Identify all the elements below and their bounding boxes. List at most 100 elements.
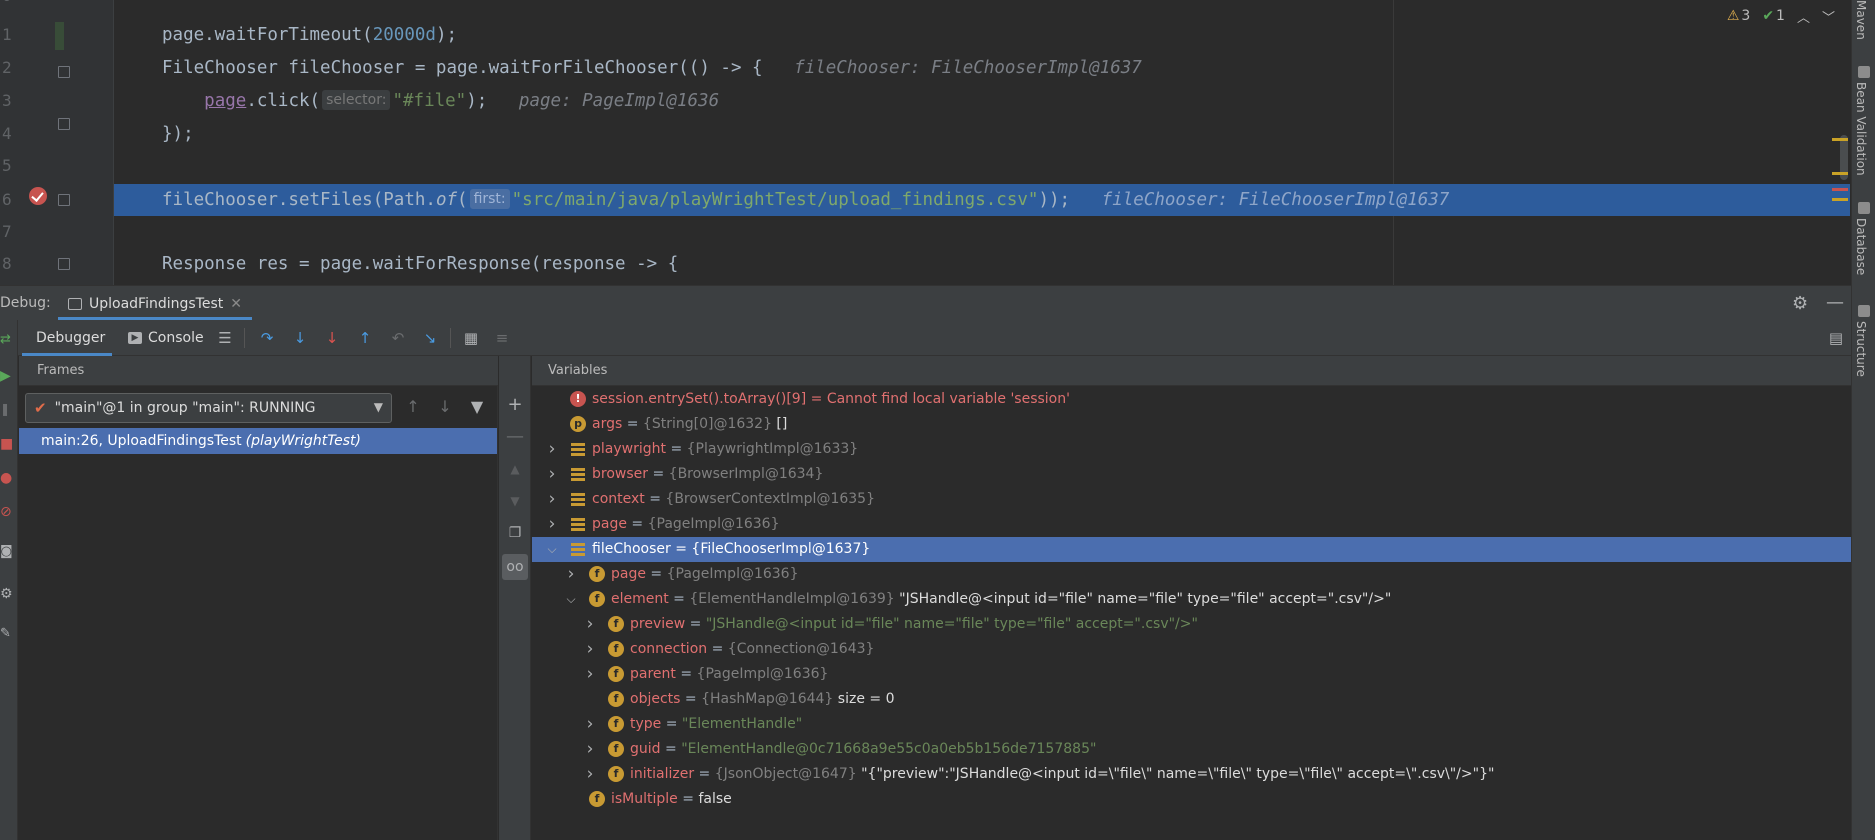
tab-console[interactable]: ▶ Console xyxy=(128,320,204,356)
move-up-icon[interactable]: ▲ xyxy=(506,460,524,478)
step-into-icon[interactable]: ↓ xyxy=(290,328,310,348)
chevron-up-icon[interactable]: ︿ xyxy=(1797,7,1810,26)
chevron-right-icon[interactable]: › xyxy=(546,437,558,462)
variable-row[interactable]: › f initializer = {JsonObject@1647} "{"pre… xyxy=(532,762,1851,787)
chevron-right-icon[interactable]: › xyxy=(584,712,596,737)
line-number[interactable]: 5 xyxy=(2,150,16,182)
gear-icon[interactable]: ⚙ xyxy=(1792,293,1808,314)
step-over-icon[interactable]: ↷ xyxy=(257,328,277,348)
code-line[interactable]: 1 page.waitForTimeout(20000d); xyxy=(0,19,1850,51)
code-line[interactable]: 7 xyxy=(0,216,1850,248)
check-icon[interactable]: ✔ xyxy=(1762,8,1774,24)
breakpoint-icon[interactable] xyxy=(29,187,47,205)
pause-icon[interactable]: ❚ xyxy=(0,402,14,416)
remove-watch-icon[interactable]: — xyxy=(506,428,524,446)
minimize-icon[interactable]: — xyxy=(1826,292,1844,313)
step-out-icon[interactable]: ↑ xyxy=(355,328,375,348)
code-text[interactable]: }); xyxy=(162,118,194,150)
force-step-into-icon[interactable]: ↓ xyxy=(322,328,342,348)
layout-menu-icon[interactable]: ☰ xyxy=(215,328,235,348)
code-line[interactable]: 0 xyxy=(0,0,1850,12)
tool-tab-structure[interactable]: Structure xyxy=(1854,321,1868,377)
line-number[interactable]: 0 xyxy=(2,0,16,12)
stripe-breakpoint-mark[interactable] xyxy=(1832,188,1848,191)
line-number[interactable]: 8 xyxy=(2,248,16,280)
variable-row[interactable]: › context = {BrowserContextImpl@1635} xyxy=(532,487,1851,512)
tool-tab-maven[interactable]: Maven xyxy=(1854,0,1868,40)
variable-row[interactable]: › browser = {BrowserImpl@1634} xyxy=(532,462,1851,487)
code-line[interactable]: 3 page.click(selector: "#file"); page: Pa… xyxy=(0,85,1850,117)
chevron-right-icon[interactable]: › xyxy=(584,737,596,762)
chevron-down-icon[interactable]: ﹀ xyxy=(1822,7,1835,26)
trace-icon[interactable]: ≡ xyxy=(492,328,512,348)
chevron-right-icon[interactable]: › xyxy=(546,487,558,512)
code-text[interactable]: Response res = page.waitForResponse(resp… xyxy=(162,248,678,280)
line-number[interactable]: 6 xyxy=(2,184,16,216)
stripe-warning-mark[interactable] xyxy=(1832,198,1848,201)
variable-row[interactable]: p args = {String[0]@1632} [] xyxy=(532,412,1851,437)
fold-marker-icon[interactable] xyxy=(58,194,70,206)
variable-row[interactable]: ! session.entrySet().toArray()[9] = Canno… xyxy=(532,387,1851,412)
pin-icon[interactable]: ✎ xyxy=(0,626,14,641)
chevron-down-icon[interactable]: ⌵ xyxy=(565,587,577,612)
fold-marker-icon[interactable] xyxy=(58,258,70,270)
move-down-icon[interactable]: ▼ xyxy=(506,492,524,510)
variable-row[interactable]: › f page = {PageImpl@1636} xyxy=(532,562,1851,587)
code-line[interactable]: 4}); xyxy=(0,118,1850,150)
resume-icon[interactable]: ▶ xyxy=(0,368,14,384)
glasses-icon[interactable]: oo xyxy=(502,554,528,580)
filter-icon[interactable]: ▼ xyxy=(466,396,488,418)
chevron-right-icon[interactable]: › xyxy=(565,562,577,587)
add-watch-icon[interactable]: + xyxy=(506,396,524,414)
code-editor[interactable]: 0 1 page.waitForTimeout(20000d); 2 FileChoos… xyxy=(0,0,1875,285)
code-line-current[interactable]: 6 fileChooser.setFiles(Path.of(first: "src… xyxy=(2,184,1850,216)
drop-frame-icon[interactable]: ↶ xyxy=(388,328,408,348)
debug-session-tab[interactable]: UploadFindingsTest ✕ xyxy=(58,286,252,321)
restore-layout-icon[interactable]: ▤ xyxy=(1826,328,1846,348)
line-number[interactable]: 2 xyxy=(2,52,16,84)
chevron-right-icon[interactable]: › xyxy=(584,612,596,637)
chevron-right-icon[interactable]: › xyxy=(584,662,596,687)
stop-icon[interactable]: ■ xyxy=(0,436,14,452)
variable-row[interactable]: ⌵ f element = {ElementHandleImpl@1639} "JS… xyxy=(532,587,1851,612)
chevron-right-icon[interactable]: › xyxy=(546,462,558,487)
arrow-down-icon[interactable]: ↓ xyxy=(434,396,456,418)
code-line[interactable]: 5 xyxy=(0,150,1850,182)
fold-marker-icon[interactable] xyxy=(58,66,70,78)
tool-tab-bean-validation[interactable]: Bean Validation xyxy=(1854,82,1868,176)
stripe-warning-mark[interactable] xyxy=(1832,138,1848,141)
code-line[interactable]: 2 FileChooser fileChooser = page.waitForF… xyxy=(0,52,1850,84)
code-text[interactable]: fileChooser.setFiles(Path.of(first: "src/… xyxy=(162,184,1449,216)
close-icon[interactable]: ✕ xyxy=(230,296,242,312)
line-number[interactable]: 7 xyxy=(2,216,16,248)
variable-row[interactable]: › f preview = "JSHandle@<input id="file" n… xyxy=(532,612,1851,637)
frame-row[interactable]: main:26, UploadFindingsTest (playWrightT… xyxy=(19,428,497,454)
variable-row[interactable]: f objects = {HashMap@1644} size = 0 xyxy=(532,687,1851,712)
line-number[interactable]: 4 xyxy=(2,118,16,150)
code-text[interactable]: FileChooser fileChooser = page.waitForFi… xyxy=(162,52,1142,84)
thread-selector[interactable]: ✔ "main"@1 in group "main": RUNNING ▼ xyxy=(25,393,392,423)
code-line[interactable]: 8 Response res = page.waitForResponse(res… xyxy=(0,248,1850,280)
chevron-right-icon[interactable]: › xyxy=(584,637,596,662)
tool-tab-database[interactable]: Database xyxy=(1854,218,1868,275)
variable-row[interactable]: › f guid = "ElementHandle@0c71668a9e55c0a0… xyxy=(532,737,1851,762)
variable-row[interactable]: › f parent = {PageImpl@1636} xyxy=(532,662,1851,687)
variable-row[interactable]: › f type = "ElementHandle" xyxy=(532,712,1851,737)
copy-icon[interactable]: ❐ xyxy=(506,524,524,542)
line-number[interactable]: 3 xyxy=(2,85,16,117)
variable-row[interactable]: › playwright = {PlaywrightImpl@1633} xyxy=(532,437,1851,462)
fold-marker-icon[interactable] xyxy=(58,118,70,130)
chevron-right-icon[interactable]: › xyxy=(546,512,558,537)
chevron-down-icon[interactable]: ⌵ xyxy=(546,537,558,562)
line-number[interactable]: 1 xyxy=(2,19,16,51)
mute-breakpoints-icon[interactable]: ⊘ xyxy=(0,504,14,520)
warning-icon[interactable]: ⚠ xyxy=(1727,8,1740,24)
code-text[interactable]: page.waitForTimeout(20000d); xyxy=(162,19,457,51)
stripe-warning-mark[interactable] xyxy=(1832,172,1848,175)
variable-row[interactable]: ⌵ fileChooser = {FileChooserImpl@1637} xyxy=(532,537,1851,562)
code-text[interactable]: page.click(selector: "#file"); page: Page… xyxy=(162,85,719,117)
view-breakpoints-icon[interactable]: ● xyxy=(0,470,14,486)
arrow-up-icon[interactable]: ↑ xyxy=(402,396,424,418)
rerun-icon[interactable]: ⇄ xyxy=(0,332,14,347)
evaluate-expression-icon[interactable]: ▦ xyxy=(461,328,481,348)
